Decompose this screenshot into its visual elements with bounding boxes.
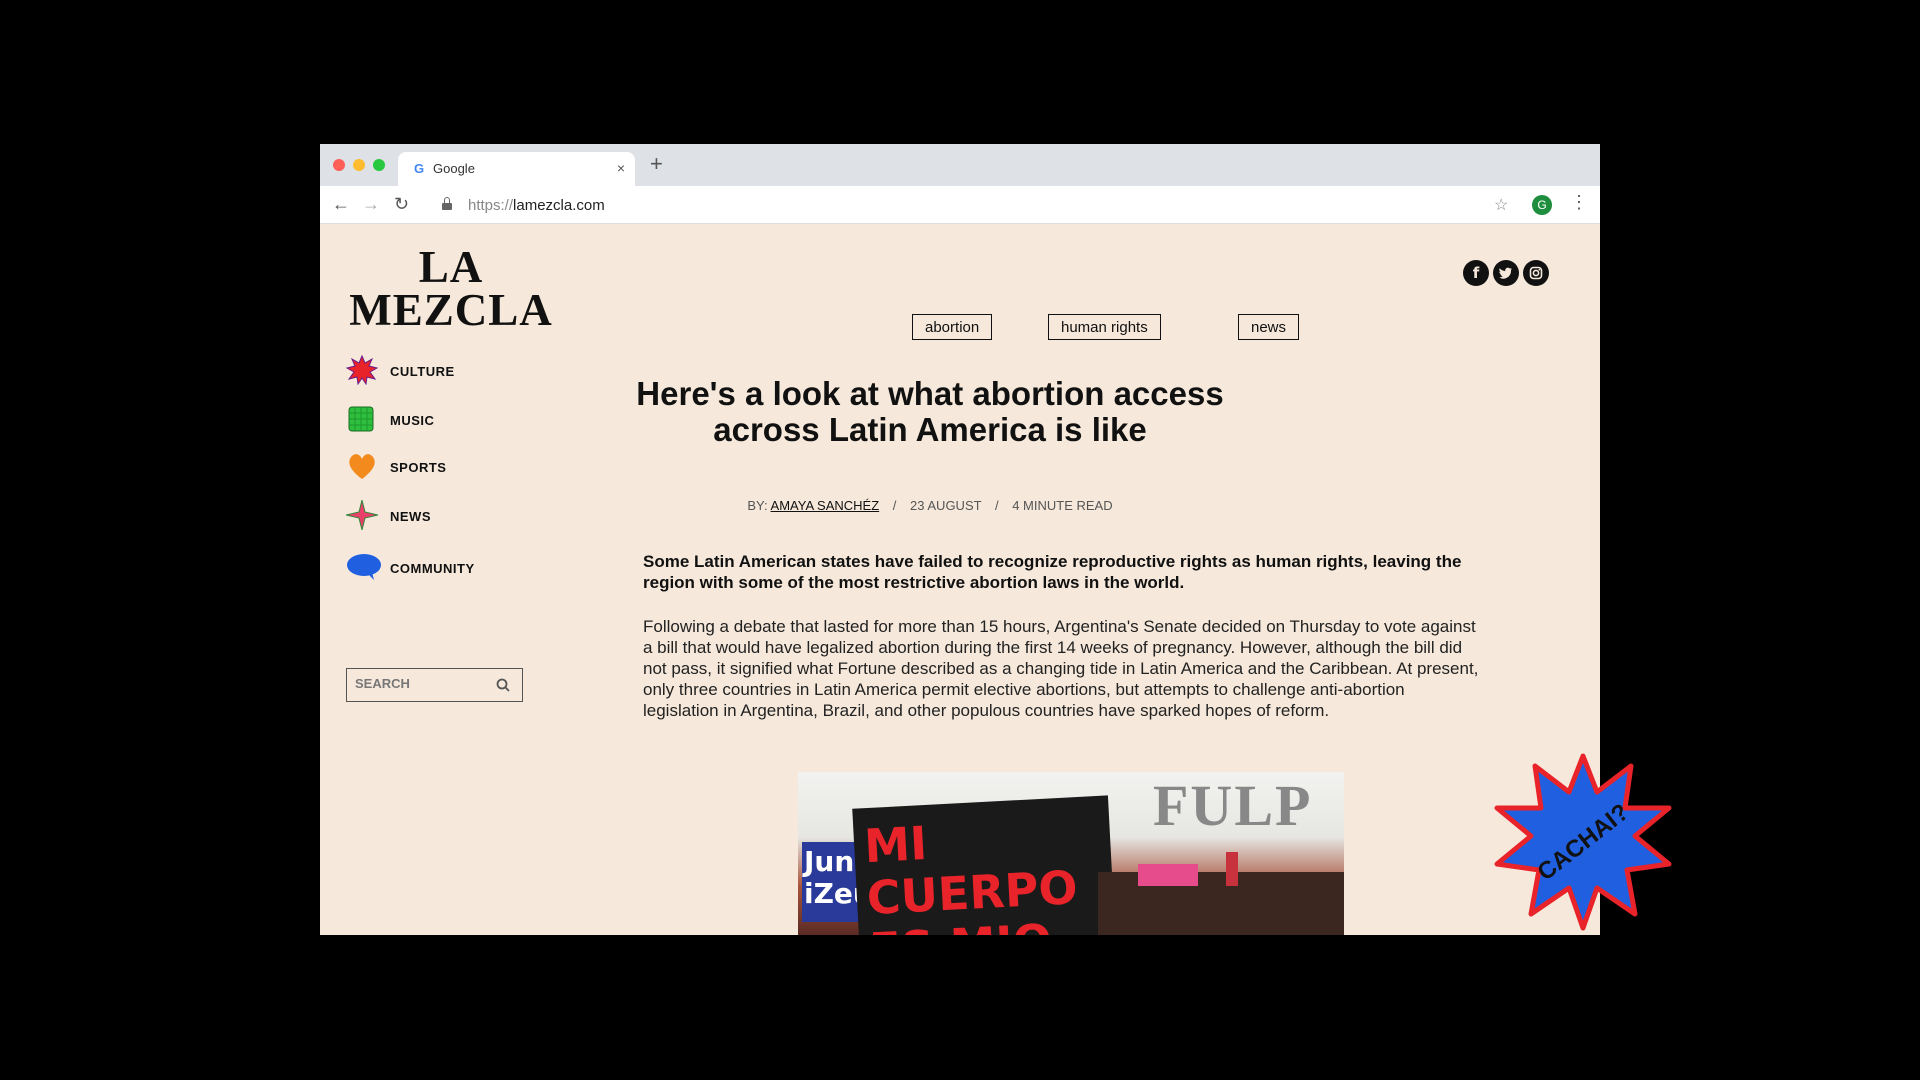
protest-sign-text: MI CUERPO ES MIO [862, 815, 1079, 935]
byline-separator: / [994, 498, 999, 513]
profile-avatar[interactable]: G [1532, 195, 1552, 215]
browser-toolbar: ← → ↻ https://lamezcla.com ☆ G ⋮ [320, 186, 1600, 224]
browser-menu-icon[interactable]: ⋮ [1570, 192, 1588, 213]
author-link[interactable]: AMAYA SANCHÉZ [771, 498, 880, 513]
article-lede: Some Latin American states have failed t… [643, 552, 1462, 592]
lock-icon[interactable] [442, 197, 452, 211]
tab-title: Google [433, 161, 475, 176]
close-window-button[interactable] [333, 159, 345, 171]
address-bar[interactable]: https://lamezcla.com [468, 197, 605, 214]
tag-human-rights[interactable]: human rights [1048, 314, 1161, 340]
tag-news[interactable]: news [1238, 314, 1300, 340]
cachai-sticker[interactable]: CACHAI? [1493, 752, 1673, 932]
back-arrow-icon[interactable]: ← [332, 192, 350, 216]
red-flag [1226, 852, 1238, 886]
article-hero-image: Jun iZeu MI CUERPO ES MIO FULP [798, 772, 1344, 935]
google-icon: G [413, 161, 425, 176]
read-time: 4 MINUTE READ [1012, 498, 1113, 513]
url-scheme: https:// [468, 197, 514, 214]
pink-banner [1138, 864, 1198, 886]
reload-icon[interactable]: ↻ [394, 192, 409, 216]
browser-titlebar: G Google × + [320, 144, 1600, 186]
url-host: lamezcla.com [513, 197, 605, 214]
tag-abortion[interactable]: abortion [912, 314, 993, 340]
crowd [1098, 872, 1344, 935]
article-byline: BY: AMAYA SANCHÉZ / 23 AUGUST / 4 MINUTE… [620, 498, 1240, 513]
article-body: Following a debate that lasted for more … [643, 617, 1479, 720]
new-tab-button[interactable]: + [650, 153, 663, 175]
building-lettering: FULP [1153, 773, 1313, 838]
article-title: Here's a look at what abortion access ac… [636, 375, 1224, 448]
minimize-window-button[interactable] [353, 159, 365, 171]
forward-arrow-icon[interactable]: → [362, 192, 380, 216]
article-date: 23 AUGUST [910, 498, 982, 513]
tab-close-icon[interactable]: × [617, 160, 625, 176]
protest-sign: MI CUERPO ES MIO [852, 795, 1116, 935]
byline-prefix: BY: [747, 498, 768, 513]
maximize-window-button[interactable] [373, 159, 385, 171]
bookmark-star-icon[interactable]: ☆ [1494, 195, 1508, 215]
byline-separator: / [892, 498, 897, 513]
browser-tab[interactable]: G Google × [398, 152, 635, 186]
article-column: abortion human rights news Here's a look… [320, 224, 1600, 935]
